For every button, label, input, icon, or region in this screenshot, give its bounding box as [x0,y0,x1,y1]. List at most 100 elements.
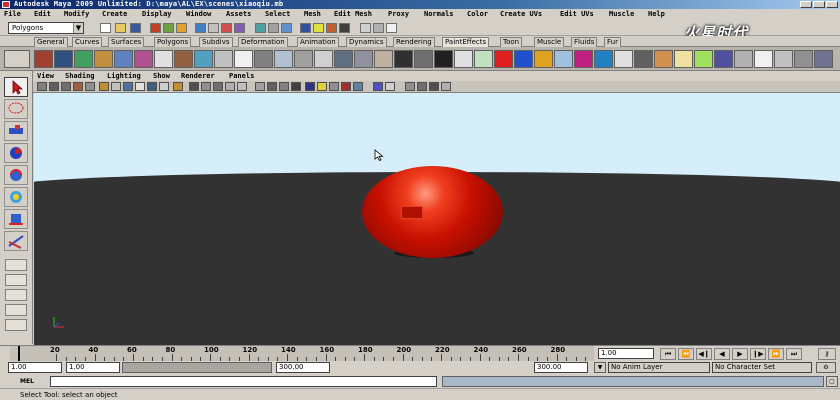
safe-action-icon[interactable] [225,82,235,91]
lock-camera-icon[interactable] [49,82,59,91]
perspective-viewport[interactable] [34,93,840,345]
snap-plane-icon[interactable] [234,23,245,33]
brush-icon[interactable] [794,50,813,68]
brush-icon[interactable] [534,50,553,68]
shadows-icon[interactable] [147,82,157,91]
wireframe-icon[interactable] [99,82,109,91]
brush-icon[interactable] [294,50,313,68]
ambient-occlusion-icon[interactable] [353,82,363,91]
brush-icon[interactable] [234,50,253,68]
last-tool-icon[interactable] [4,231,28,251]
brush-icon[interactable] [414,50,433,68]
mel-input[interactable] [50,376,437,387]
brush-icon[interactable] [774,50,793,68]
side-by-side-layout-icon[interactable] [5,289,27,301]
brush-icon[interactable] [554,50,573,68]
tab-painteffects[interactable]: PaintEffects [442,37,490,47]
brush-icon[interactable] [814,50,833,68]
snap-grid-icon[interactable] [195,23,206,33]
animation-start-field[interactable]: 1.00 [8,362,62,373]
animation-end-field[interactable]: 300.00 [534,362,588,373]
brush-icon[interactable] [754,50,773,68]
select-object-icon[interactable] [163,23,174,33]
open-scene-icon[interactable] [115,23,126,33]
isolate-select-icon[interactable] [417,82,427,91]
panel-menu-lighting[interactable]: Lighting [107,71,141,81]
textured-icon[interactable] [279,82,289,91]
menu-select[interactable]: Select [265,10,290,19]
tab-toon[interactable]: Toon [500,37,523,47]
brush-icon[interactable] [34,50,53,68]
field-chart-icon[interactable] [213,82,223,91]
brush-icon[interactable] [94,50,113,68]
brush-icon[interactable] [594,50,613,68]
menu-file[interactable]: File [4,10,21,19]
persp-outliner-layout-icon[interactable] [5,304,27,316]
anim-layer-field[interactable]: No Anim Layer [608,362,710,373]
history-icon[interactable] [255,23,266,33]
output-ops-icon[interactable] [281,23,292,33]
time-slider[interactable]: 20 40 60 80 100 120 140 160 180 200 220 240 260 280 1… [0,345,840,362]
menu-edit-uvs[interactable]: Edit UVs [560,10,594,19]
close-button[interactable] [826,1,838,8]
step-back-frame-button[interactable]: ◀❙ [696,348,712,360]
time-ruler[interactable]: 20 40 60 80 100 120 140 160 180 200 220 240 260 280 [10,346,594,362]
menu-edit-mesh[interactable]: Edit Mesh [334,10,372,19]
menu-muscle[interactable]: Muscle [609,10,634,19]
panel-menu-show[interactable]: Show [153,71,170,81]
tab-dynamics[interactable]: Dynamics [346,37,387,47]
render-frame-icon[interactable] [313,23,324,33]
brush-icon[interactable] [574,50,593,68]
bookmark-icon[interactable] [61,82,71,91]
brush-icon[interactable] [634,50,653,68]
brush-icon[interactable] [514,50,533,68]
panel-menu-panels[interactable]: Panels [229,71,254,81]
maximize-button[interactable] [813,1,825,8]
anim-layer-dropdown-icon[interactable]: ▼ [594,362,606,373]
grid-icon[interactable] [85,82,95,91]
tab-deformation[interactable]: Deformation [238,37,288,47]
lasso-tool-icon[interactable] [4,99,28,119]
ipr-render-icon[interactable] [326,23,337,33]
brush-icon[interactable] [174,50,193,68]
brush-icon[interactable] [194,50,213,68]
menu-window[interactable]: Window [186,10,211,19]
menu-proxy[interactable]: Proxy [388,10,409,19]
brush-icon[interactable] [714,50,733,68]
safe-title-icon[interactable] [237,82,247,91]
film-gate-icon[interactable] [201,82,211,91]
brush-icon[interactable] [114,50,133,68]
shaded-icon[interactable] [267,82,277,91]
menu-create-uvs[interactable]: Create UVs [500,10,542,19]
brush-icon[interactable] [334,50,353,68]
tab-polygons[interactable]: Polygons [154,37,192,47]
menu-help[interactable]: Help [648,10,665,19]
manipulator-tool-icon[interactable] [4,209,28,229]
shelf-menu-icon[interactable] [4,50,30,68]
smooth-shade-icon[interactable] [111,82,121,91]
menu-mesh[interactable]: Mesh [304,10,321,19]
brush-icon[interactable] [314,50,333,68]
tab-animation[interactable]: Animation [297,37,339,47]
brush-icon[interactable] [374,50,393,68]
preferences-icon[interactable]: ⚙ [816,362,836,373]
character-set-field[interactable]: No Character Set [712,362,812,373]
tool-settings-icon[interactable] [373,23,384,33]
playback-end-field[interactable]: 300.00 [276,362,330,373]
new-scene-icon[interactable] [100,23,111,33]
panel-menu-renderer[interactable]: Renderer [181,71,215,81]
select-hierarchy-icon[interactable] [150,23,161,33]
menu-display[interactable]: Display [142,10,172,19]
tab-surfaces[interactable]: Surfaces [108,37,145,47]
menu-edit[interactable]: Edit [34,10,51,19]
lights-icon[interactable] [135,82,145,91]
texture-icon[interactable] [123,82,133,91]
xray-icon[interactable] [159,82,169,91]
default-lighting-icon[interactable] [291,82,301,91]
wireframe-on-shaded-icon[interactable] [255,82,265,91]
tab-fur[interactable]: Fur [604,37,621,47]
minimize-button[interactable] [800,1,812,8]
attribute-editor-icon[interactable] [360,23,371,33]
tab-curves[interactable]: Curves [72,37,103,47]
scale-tool-icon[interactable] [4,187,28,207]
